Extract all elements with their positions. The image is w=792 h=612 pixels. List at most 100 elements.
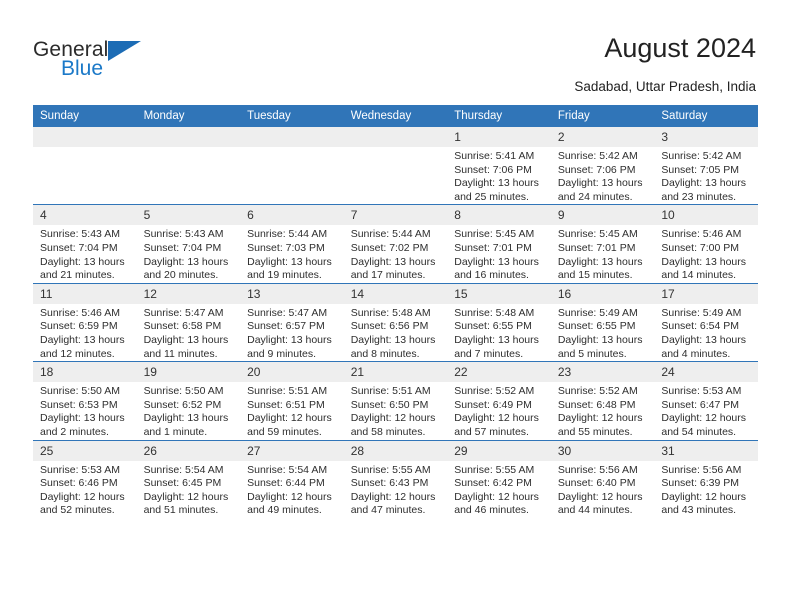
calendar-day-cell[interactable]: 27 Sunrise: 5:54 AM Sunset: 6:44 PM Dayligh… bbox=[240, 439, 344, 518]
day-number: 12 bbox=[136, 283, 241, 304]
calendar-week-row: 18 Sunrise: 5:50 AM Sunset: 6:53 PM Dayligh… bbox=[33, 361, 758, 440]
daylight-text: Daylight: 13 hours and 1 minute. bbox=[143, 412, 229, 438]
sunrise-text: Sunrise: 5:45 AM bbox=[557, 228, 638, 241]
calendar-day-cell[interactable]: 28 Sunrise: 5:55 AM Sunset: 6:43 PM Dayligh… bbox=[343, 439, 448, 518]
daylight-text: Daylight: 13 hours and 24 minutes. bbox=[557, 177, 643, 203]
sunrise-text: Sunrise: 5:46 AM bbox=[40, 306, 120, 319]
calendar-day-cell[interactable]: 8 Sunrise: 5:45 AM Sunset: 7:01 PM Daylight… bbox=[447, 204, 551, 284]
day-details: Sunrise: 5:56 AM Sunset: 6:40 PM Daylight:… bbox=[551, 461, 655, 518]
day-number: 7 bbox=[343, 205, 448, 226]
calendar-day-cell[interactable]: 17 Sunrise: 5:49 AM Sunset: 6:54 PM Dayligh… bbox=[654, 282, 758, 362]
day-details: Sunrise: 5:43 AM Sunset: 7:04 PM Daylight:… bbox=[137, 225, 241, 282]
sunrise-text: Sunrise: 5:46 AM bbox=[661, 228, 742, 241]
calendar-day-cell[interactable]: 19 Sunrise: 5:50 AM Sunset: 6:52 PM Dayligh… bbox=[136, 361, 241, 440]
calendar-day-cell[interactable]: 9 Sunrise: 5:45 AM Sunset: 7:01 PM Daylight… bbox=[550, 204, 655, 284]
day-number: 20 bbox=[240, 362, 344, 383]
calendar-day-cell[interactable]: 20 Sunrise: 5:51 AM Sunset: 6:51 PM Dayligh… bbox=[240, 361, 344, 440]
calendar-day-cell[interactable]: 4 Sunrise: 5:43 AM Sunset: 7:04 PM Daylight… bbox=[33, 204, 137, 284]
day-number: 24 bbox=[654, 362, 758, 383]
sunset-text: Sunset: 6:56 PM bbox=[350, 320, 429, 333]
day-details: Sunrise: 5:56 AM Sunset: 6:39 PM Daylight:… bbox=[654, 461, 758, 518]
sunrise-text: Sunrise: 5:51 AM bbox=[247, 385, 328, 398]
day-details: Sunrise: 5:54 AM Sunset: 6:45 PM Daylight:… bbox=[137, 461, 241, 518]
calendar-day-cell[interactable]: 14 Sunrise: 5:48 AM Sunset: 6:56 PM Dayligh… bbox=[343, 282, 448, 362]
calendar-day-cell[interactable]: 6 Sunrise: 5:44 AM Sunset: 7:03 PM Daylight… bbox=[240, 204, 344, 284]
day-details: Sunrise: 5:47 AM Sunset: 6:58 PM Daylight:… bbox=[137, 304, 241, 361]
sunrise-text: Sunrise: 5:42 AM bbox=[557, 150, 638, 162]
sunrise-text: Sunrise: 5:55 AM bbox=[350, 463, 431, 476]
day-details: Sunrise: 5:42 AM Sunset: 7:05 PM Daylight:… bbox=[654, 147, 758, 204]
calendar-day-cell[interactable]: 15 Sunrise: 5:48 AM Sunset: 6:55 PM Dayligh… bbox=[447, 282, 551, 362]
calendar-day-cell[interactable]: 31 Sunrise: 5:56 AM Sunset: 6:39 PM Dayligh… bbox=[654, 439, 758, 518]
daylight-text: Daylight: 13 hours and 9 minutes. bbox=[247, 333, 332, 360]
page-header: General Blue August 2024 Sadabad, Uttar … bbox=[0, 0, 792, 100]
daylight-text: Daylight: 13 hours and 23 minutes. bbox=[661, 177, 747, 203]
sunrise-text: Sunrise: 5:45 AM bbox=[454, 228, 535, 241]
sunset-text: Sunset: 6:52 PM bbox=[143, 398, 222, 411]
calendar-day-cell[interactable]: 21 Sunrise: 5:51 AM Sunset: 6:50 PM Dayligh… bbox=[343, 361, 448, 440]
day-details: Sunrise: 5:49 AM Sunset: 6:55 PM Daylight:… bbox=[551, 304, 655, 361]
day-number: 30 bbox=[550, 440, 655, 461]
page-title: August 2024 bbox=[604, 33, 756, 63]
calendar-day-cell[interactable]: 11 Sunrise: 5:46 AM Sunset: 6:59 PM Dayligh… bbox=[33, 282, 137, 362]
sunset-text: Sunset: 6:59 PM bbox=[40, 320, 118, 333]
weekday-header-sunday: Sunday bbox=[33, 105, 137, 127]
calendar-day-cell[interactable]: 1 Sunrise: 5:41 AM Sunset: 7:06 PM Daylight… bbox=[447, 127, 551, 205]
calendar-day-cell[interactable]: 29 Sunrise: 5:55 AM Sunset: 6:42 PM Dayligh… bbox=[447, 439, 551, 518]
day-details: Sunrise: 5:45 AM Sunset: 7:01 PM Daylight:… bbox=[447, 225, 551, 282]
day-details: Sunrise: 5:51 AM Sunset: 6:51 PM Daylight:… bbox=[240, 382, 344, 439]
sunrise-text: Sunrise: 5:50 AM bbox=[143, 385, 224, 398]
sunset-text: Sunset: 6:46 PM bbox=[40, 477, 118, 490]
day-number: 26 bbox=[136, 440, 241, 461]
calendar-day-cell[interactable]: 25 Sunrise: 5:53 AM Sunset: 6:46 PM Dayligh… bbox=[33, 439, 137, 518]
calendar-page: General Blue August 2024 Sadabad, Uttar … bbox=[0, 0, 792, 612]
calendar-day-cell[interactable]: 13 Sunrise: 5:47 AM Sunset: 6:57 PM Dayligh… bbox=[240, 282, 344, 362]
day-number: 25 bbox=[33, 440, 137, 461]
sunset-text: Sunset: 6:55 PM bbox=[557, 320, 636, 333]
day-details bbox=[33, 147, 137, 150]
sunrise-text: Sunrise: 5:48 AM bbox=[454, 306, 535, 319]
day-number: 22 bbox=[447, 362, 551, 383]
day-details bbox=[240, 147, 344, 150]
day-number: 6 bbox=[240, 205, 344, 226]
sunset-text: Sunset: 6:43 PM bbox=[350, 477, 429, 490]
brand-logo[interactable]: General Blue bbox=[33, 38, 253, 86]
day-details: Sunrise: 5:44 AM Sunset: 7:02 PM Daylight:… bbox=[344, 225, 448, 282]
calendar-week-row: 25 Sunrise: 5:53 AM Sunset: 6:46 PM Dayligh… bbox=[33, 439, 758, 518]
calendar-day-cell[interactable]: 26 Sunrise: 5:54 AM Sunset: 6:45 PM Dayligh… bbox=[136, 439, 241, 518]
sunset-text: Sunset: 6:48 PM bbox=[557, 398, 636, 411]
sunset-text: Sunset: 6:58 PM bbox=[143, 320, 222, 333]
calendar-day-cell[interactable]: 18 Sunrise: 5:50 AM Sunset: 6:53 PM Dayligh… bbox=[33, 361, 137, 440]
day-number: 19 bbox=[136, 362, 241, 383]
sunset-text: Sunset: 6:44 PM bbox=[247, 477, 325, 490]
sunrise-text: Sunrise: 5:43 AM bbox=[40, 228, 120, 241]
calendar-day-cell[interactable]: 7 Sunrise: 5:44 AM Sunset: 7:02 PM Daylight… bbox=[343, 204, 448, 284]
calendar-day-cell[interactable]: 5 Sunrise: 5:43 AM Sunset: 7:04 PM Daylight… bbox=[136, 204, 241, 284]
calendar-day-cell[interactable]: 22 Sunrise: 5:52 AM Sunset: 6:49 PM Dayligh… bbox=[447, 361, 551, 440]
day-details: Sunrise: 5:52 AM Sunset: 6:49 PM Daylight:… bbox=[447, 382, 551, 439]
day-details: Sunrise: 5:53 AM Sunset: 6:46 PM Daylight:… bbox=[33, 461, 137, 518]
daylight-text: Daylight: 12 hours and 47 minutes. bbox=[350, 490, 436, 517]
calendar-day-cell[interactable]: 2 Sunrise: 5:42 AM Sunset: 7:06 PM Daylight… bbox=[550, 127, 655, 205]
day-number bbox=[343, 127, 448, 147]
sunrise-text: Sunrise: 5:52 AM bbox=[557, 385, 638, 398]
day-number: 27 bbox=[240, 440, 344, 461]
calendar-day-cell[interactable]: 23 Sunrise: 5:52 AM Sunset: 6:48 PM Dayligh… bbox=[550, 361, 655, 440]
calendar-day-cell[interactable]: 24 Sunrise: 5:53 AM Sunset: 6:47 PM Dayligh… bbox=[654, 361, 758, 440]
calendar-day-cell[interactable]: 3 Sunrise: 5:42 AM Sunset: 7:05 PM Daylight… bbox=[654, 127, 758, 205]
calendar-day-cell[interactable]: 30 Sunrise: 5:56 AM Sunset: 6:40 PM Dayligh… bbox=[550, 439, 655, 518]
sunset-text: Sunset: 7:06 PM bbox=[557, 163, 636, 176]
daylight-text: Daylight: 13 hours and 14 minutes. bbox=[661, 255, 747, 282]
sunset-text: Sunset: 6:50 PM bbox=[350, 398, 429, 411]
day-number bbox=[136, 127, 241, 147]
calendar-day-cell[interactable]: 12 Sunrise: 5:47 AM Sunset: 6:58 PM Dayligh… bbox=[136, 282, 241, 362]
calendar-day-cell[interactable]: 16 Sunrise: 5:49 AM Sunset: 6:55 PM Dayligh… bbox=[550, 282, 655, 362]
day-details: Sunrise: 5:48 AM Sunset: 6:55 PM Daylight:… bbox=[447, 304, 551, 361]
day-details: Sunrise: 5:44 AM Sunset: 7:03 PM Daylight:… bbox=[240, 225, 344, 282]
day-number: 10 bbox=[654, 205, 758, 226]
daylight-text: Daylight: 13 hours and 21 minutes. bbox=[40, 255, 125, 282]
calendar-day-cell[interactable]: 10 Sunrise: 5:46 AM Sunset: 7:00 PM Dayligh… bbox=[654, 204, 758, 284]
weekday-header-thursday: Thursday bbox=[447, 105, 551, 127]
day-number: 9 bbox=[550, 205, 655, 226]
calendar-empty-cell bbox=[343, 127, 448, 205]
